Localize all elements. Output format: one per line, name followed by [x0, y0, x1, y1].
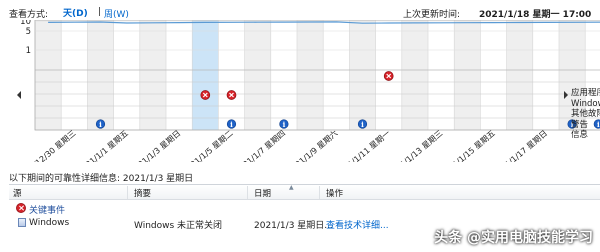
scroll-left-icon[interactable] [17, 91, 21, 99]
view-mode-label: 查看方式: [9, 10, 49, 20]
day-column[interactable] [61, 20, 88, 130]
legend-windows-failure: Windows 故障 [571, 98, 600, 109]
selected-day-column[interactable] [192, 20, 219, 130]
period-details-label: 以下期间的可靠性详细信息: 2021/1/3 星期日 [9, 174, 194, 184]
day-column[interactable] [218, 20, 245, 130]
day-column[interactable] [113, 20, 140, 130]
sort-arrow-icon: ▲ [289, 184, 294, 191]
date-axis-label: 2021/1/17 星期日 [492, 129, 550, 162]
legend-other-failure: 其他故障 [571, 109, 600, 119]
day-column[interactable] [87, 20, 114, 130]
windows-app-icon [18, 218, 26, 227]
legend-warning: 警告 [571, 119, 589, 130]
row-date: 2021/1/3 星期日... [254, 221, 333, 231]
view-technical-details-link[interactable]: 查看技术详细... [326, 218, 389, 231]
date-axis-label: 2021/1/3 星期日 [129, 129, 183, 162]
date-axis-label: 2021/1/15 星期五 [439, 129, 497, 162]
last-update-value: 2021/1/18 星期一 17:00 [479, 10, 592, 20]
critical-events-label: 关键事件 [29, 206, 66, 216]
week-view-link[interactable]: 周(W) [104, 7, 129, 20]
day-column[interactable] [454, 20, 481, 130]
reliability-chart-svg: 1051i i i i i i2020/12/30 星期三2021/1/1 星期五2021… [16, 20, 600, 162]
info-event-i-glyph: i [230, 120, 233, 129]
day-column[interactable] [401, 20, 428, 130]
info-event-i-glyph: i [283, 120, 286, 129]
y-axis-tick-label: 5 [26, 27, 31, 37]
day-column[interactable] [166, 20, 193, 130]
day-column[interactable] [244, 20, 271, 130]
day-column[interactable] [506, 20, 533, 130]
date-axis-label: 2021/1/11 星期一 [334, 129, 392, 162]
date-axis-label: 2021/1/9 星期六 [285, 128, 339, 162]
day-column[interactable] [270, 20, 297, 130]
info-event-i-glyph: i [361, 120, 364, 129]
date-axis-label: 2021/1/1 星期五 [76, 129, 130, 162]
last-update-label: 上次更新时间: [403, 10, 461, 20]
event-legend: 应用程序故障 Windows 故障 其他故障 警告 信息 [571, 88, 600, 141]
watermark-text: 头条 @实用电脑技能学习 [434, 230, 593, 246]
row-source: Windows [29, 218, 70, 228]
column-divider[interactable] [247, 186, 248, 199]
date-axis-label: 2020/12/30 星期三 [16, 129, 77, 162]
reliability-chart[interactable]: 10 5 1 i i i i i i 2020/12/30 星期三 2021/1/1 星期五 2021… [0, 20, 600, 162]
column-divider[interactable] [319, 186, 320, 199]
day-column[interactable] [532, 20, 559, 130]
legend-information: 信息 [571, 130, 589, 140]
critical-error-icon [16, 203, 26, 213]
date-axis-label: 2021/1/7 星期四 [234, 129, 288, 162]
view-separator: | [98, 7, 102, 17]
day-column[interactable] [139, 20, 166, 130]
day-column[interactable] [297, 20, 324, 130]
table-header: 源 摘要 日期 ▲ 操作 [9, 184, 600, 200]
column-divider[interactable] [127, 186, 128, 199]
day-column[interactable] [323, 20, 350, 130]
y-axis-tick-label: 1 [26, 46, 31, 56]
column-date[interactable]: 日期 [254, 187, 271, 199]
day-view-link[interactable]: 天(D) [63, 6, 88, 19]
column-action[interactable]: 操作 [326, 187, 343, 199]
column-source[interactable]: 源 [13, 187, 22, 199]
day-column[interactable] [35, 20, 62, 130]
critical-events-group[interactable]: 关键事件 [9, 201, 600, 216]
day-column[interactable] [349, 20, 376, 130]
info-event-i-glyph: i [99, 120, 102, 129]
day-column[interactable] [428, 20, 455, 130]
y-axis-tick-label: 10 [20, 20, 31, 27]
date-axis-label: 2021/1/13 星期三 [387, 129, 445, 162]
date-axis-label: 2021/1/5 星期二 [181, 129, 235, 162]
day-column[interactable] [480, 20, 507, 130]
row-summary: Windows 未正常关闭 [134, 221, 223, 231]
legend-app-failure: 应用程序故障 [571, 88, 600, 98]
column-summary[interactable]: 摘要 [134, 187, 151, 199]
